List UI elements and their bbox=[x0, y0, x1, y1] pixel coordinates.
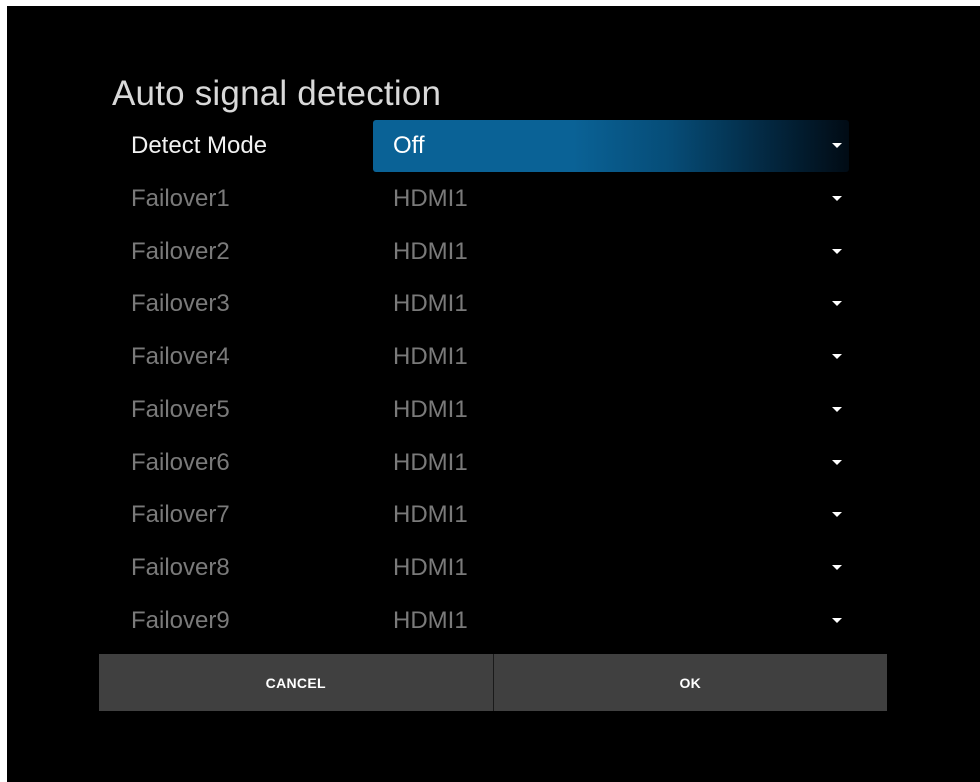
chevron-down-icon bbox=[832, 354, 842, 359]
failover3-value: HDMI1 bbox=[393, 290, 468, 317]
failover7-select[interactable]: HDMI1 bbox=[373, 489, 849, 541]
failover7-label: Failover7 bbox=[131, 501, 230, 528]
failover6-row: Failover6 HDMI1 bbox=[0, 437, 980, 489]
chevron-down-icon bbox=[832, 143, 842, 148]
failover1-value: HDMI1 bbox=[393, 185, 468, 212]
failover2-row: Failover2 HDMI1 bbox=[0, 226, 980, 278]
dialog-title: Auto signal detection bbox=[112, 74, 442, 113]
ok-button[interactable]: OK bbox=[493, 654, 887, 711]
failover8-label: Failover8 bbox=[131, 554, 230, 581]
chevron-down-icon bbox=[832, 460, 842, 465]
detect-mode-row: Detect Mode Off bbox=[0, 120, 980, 172]
chevron-down-icon bbox=[832, 565, 842, 570]
failover9-value: HDMI1 bbox=[393, 607, 468, 634]
failover2-label: Failover2 bbox=[131, 238, 230, 265]
detect-mode-value: Off bbox=[393, 132, 425, 159]
failover9-select[interactable]: HDMI1 bbox=[373, 595, 849, 647]
failover6-value: HDMI1 bbox=[393, 449, 468, 476]
failover7-row: Failover7 HDMI1 bbox=[0, 489, 980, 541]
failover4-select[interactable]: HDMI1 bbox=[373, 331, 849, 383]
chevron-down-icon bbox=[832, 407, 842, 412]
failover4-row: Failover4 HDMI1 bbox=[0, 331, 980, 383]
dialog-button-bar: CANCEL OK bbox=[99, 654, 887, 711]
failover3-select[interactable]: HDMI1 bbox=[373, 278, 849, 330]
failover9-row: Failover9 HDMI1 bbox=[0, 595, 980, 647]
failover7-value: HDMI1 bbox=[393, 501, 468, 528]
failover2-select[interactable]: HDMI1 bbox=[373, 226, 849, 278]
failover5-value: HDMI1 bbox=[393, 396, 468, 423]
detect-mode-label: Detect Mode bbox=[131, 132, 268, 159]
failover8-select[interactable]: HDMI1 bbox=[373, 542, 849, 594]
failover8-value: HDMI1 bbox=[393, 554, 468, 581]
failover3-row: Failover3 HDMI1 bbox=[0, 278, 980, 330]
failover1-select[interactable]: HDMI1 bbox=[373, 173, 849, 225]
failover1-row: Failover1 HDMI1 bbox=[0, 173, 980, 225]
failover5-select[interactable]: HDMI1 bbox=[373, 384, 849, 436]
failover8-row: Failover8 HDMI1 bbox=[0, 542, 980, 594]
detect-mode-select[interactable]: Off bbox=[373, 120, 849, 172]
failover5-label: Failover5 bbox=[131, 396, 230, 423]
chevron-down-icon bbox=[832, 618, 842, 623]
chevron-down-icon bbox=[832, 196, 842, 201]
failover6-select[interactable]: HDMI1 bbox=[373, 437, 849, 489]
failover9-label: Failover9 bbox=[131, 607, 230, 634]
failover3-label: Failover3 bbox=[131, 290, 230, 317]
failover2-value: HDMI1 bbox=[393, 238, 468, 265]
failover5-row: Failover5 HDMI1 bbox=[0, 384, 980, 436]
failover4-value: HDMI1 bbox=[393, 343, 468, 370]
chevron-down-icon bbox=[832, 249, 842, 254]
failover1-label: Failover1 bbox=[131, 185, 230, 212]
failover6-label: Failover6 bbox=[131, 449, 230, 476]
cancel-button[interactable]: CANCEL bbox=[99, 654, 493, 711]
chevron-down-icon bbox=[832, 512, 842, 517]
failover4-label: Failover4 bbox=[131, 343, 230, 370]
chevron-down-icon bbox=[832, 301, 842, 306]
